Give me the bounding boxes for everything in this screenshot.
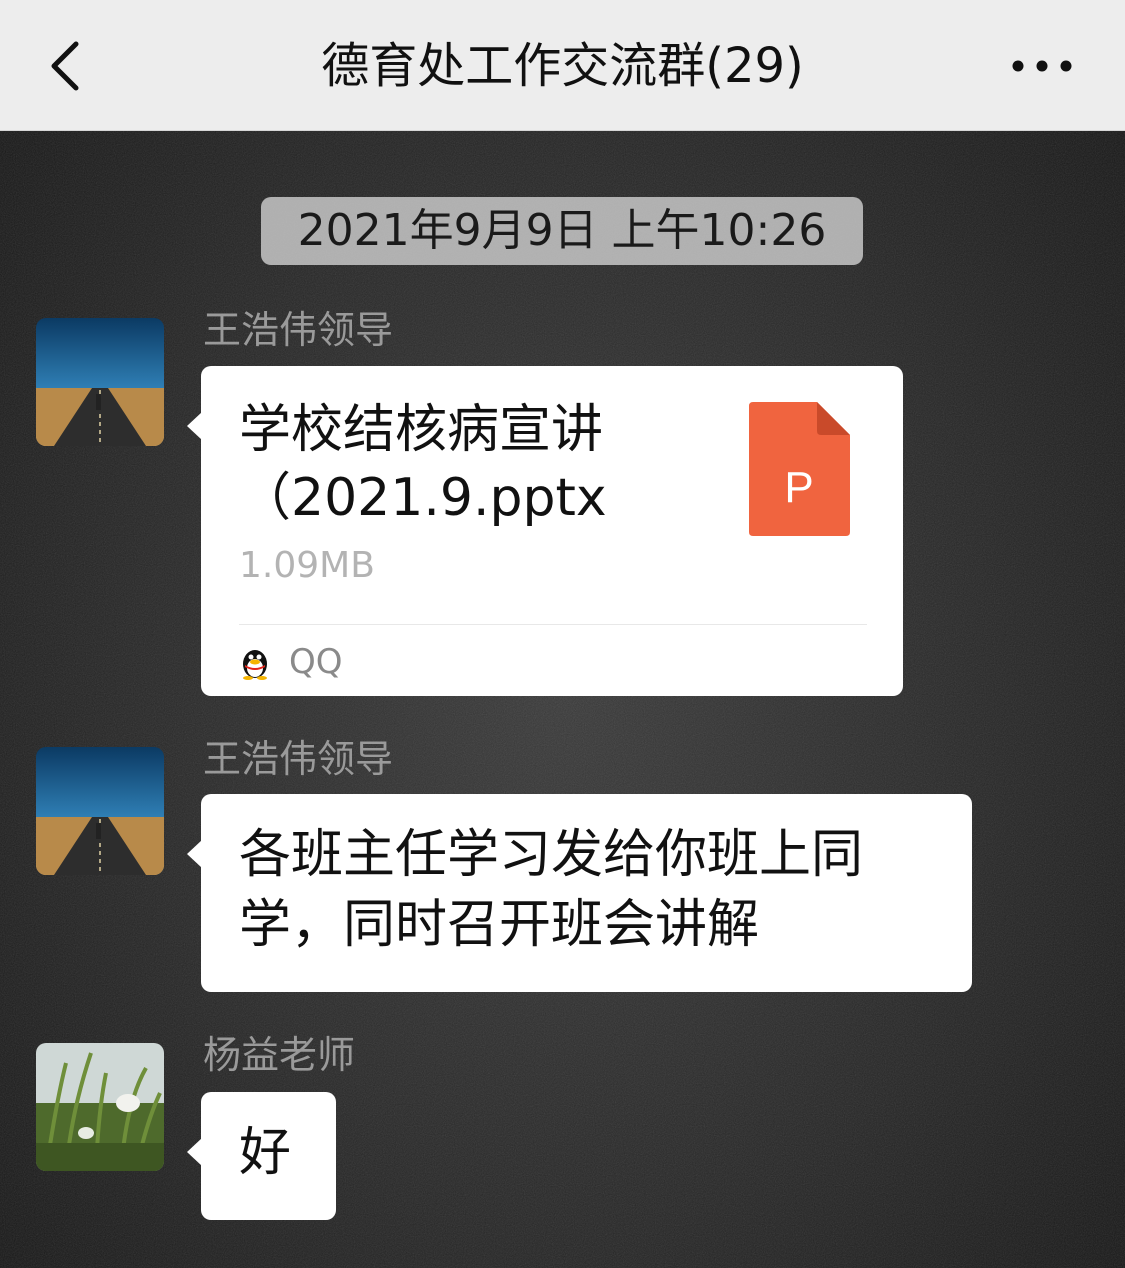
qq-penguin-icon [243,650,267,680]
avatar[interactable] [36,1043,164,1171]
file-size: 1.09MB [239,545,375,586]
navigation-bar: 德育处工作交流群(29) [0,0,1125,131]
avatar[interactable] [36,747,164,875]
file-source-label: QQ [289,642,343,682]
chevron-left-icon [51,41,79,91]
avatar-road-image [36,747,164,875]
avatar-plant-image [36,1043,164,1171]
message-text: 好 [239,1123,292,1183]
powerpoint-file-icon: P [749,402,850,536]
chat-title: 德育处工作交流群(29) [321,38,804,94]
avatar[interactable] [36,318,164,446]
message-text: 各班主任学习发给你班上同学，同时召开班会讲解 [239,825,864,955]
avatar-road-image [36,318,164,446]
card-divider [239,624,867,625]
text-message-bubble[interactable]: 各班主任学习发给你班上同学，同时召开班会讲解 [187,794,972,992]
file-name: 学校结核病宣讲（2021.9.pptx [239,400,607,528]
sender-name: 杨益老师 [203,1033,356,1077]
sender-name: 王浩伟领导 [203,737,394,781]
back-button[interactable] [30,30,100,100]
file-message-card[interactable]: 学校结核病宣讲（2021.9.pptx 1.09MB P QQ [187,366,903,696]
ellipsis-icon [1012,60,1072,72]
more-button[interactable] [1000,40,1084,92]
text-message-bubble[interactable]: 好 [187,1092,336,1220]
file-icon-letter: P [784,463,813,512]
sender-name: 王浩伟领导 [203,308,394,352]
message-timestamp: 2021年9月9日 上午10:26 [261,197,863,265]
file-source: QQ [239,638,343,686]
